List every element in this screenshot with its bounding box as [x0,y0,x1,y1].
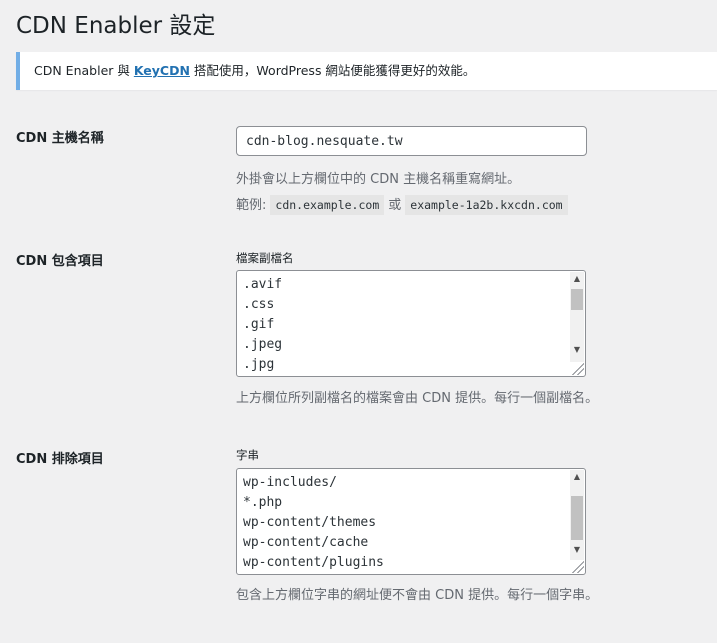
extension-line: .jpg [243,357,275,372]
extensions-field-label: 檔案副檔名 [236,251,294,265]
extension-line: .css [243,297,275,312]
exclusion-line: wp-content/themes [243,515,377,530]
example-hostname-1: cdn.example.com [270,195,385,215]
scroll-up-arrow-icon[interactable]: ▲ [570,470,584,484]
extensions-scrollbar[interactable]: ▲ ▼ [570,272,584,362]
exclusion-line: wp-includes/ [243,475,337,490]
hostname-label: CDN 主機名稱 [16,131,104,146]
scroll-up-arrow-icon[interactable]: ▲ [570,272,584,286]
resize-handle-icon[interactable] [572,561,584,573]
example-hostname-2: example-1a2b.kxcdn.com [405,195,568,215]
extensions-scroll-thumb[interactable] [571,289,583,310]
page-title: CDN Enabler 設定 [16,13,216,39]
notice-text-before: CDN Enabler 與 [34,63,134,78]
inclusions-description: 上方欄位所列副檔名的檔案會由 CDN 提供。每行一個副檔名。 [236,391,599,406]
hostname-description: 外掛會以上方欄位中的 CDN 主機名稱重寫網址。 [236,172,521,187]
exclusions-label: CDN 排除項目 [16,452,104,467]
extension-line: .gif [243,317,275,332]
extension-line: .avif [243,277,283,292]
examples-prefix: 範例: [236,198,267,213]
strings-scrollbar[interactable]: ▲ ▼ [570,470,584,560]
exclusion-line: *.php [243,495,283,510]
extensions-lines: .avif .css .gif .jpeg .jpg [243,275,567,375]
exclusions-description: 包含上方欄位字串的網址便不會由 CDN 提供。每行一個字串。 [236,588,599,603]
hostname-input[interactable] [236,126,587,156]
extensions-textarea[interactable]: .avif .css .gif .jpeg .jpg ▲ ▼ [236,270,586,377]
hostname-examples: 範例: cdn.example.com 或 example-1a2b.kxcdn.co… [236,194,572,215]
resize-handle-icon[interactable] [572,363,584,375]
strings-textarea[interactable]: wp-includes/ *.php wp-content/themes wp-… [236,468,586,575]
examples-or: 或 [388,198,402,213]
scroll-down-arrow-icon[interactable]: ▼ [570,543,584,557]
strings-scroll-thumb[interactable] [571,496,583,540]
extension-line: .jpeg [243,337,283,352]
notice-text-after: 搭配使用，WordPress 網站便能獲得更好的效能。 [189,63,476,78]
exclusion-line: wp-content/plugins [243,555,384,570]
info-notice: CDN Enabler 與 KeyCDN 搭配使用，WordPress 網站便能… [16,52,717,90]
keycdn-link[interactable]: KeyCDN [134,63,190,78]
strings-field-label: 字串 [236,448,259,462]
settings-page: CDN Enabler 設定 CDN Enabler 與 KeyCDN 搭配使用… [0,0,717,643]
scroll-down-arrow-icon[interactable]: ▼ [570,343,584,357]
strings-lines: wp-includes/ *.php wp-content/themes wp-… [243,473,567,573]
inclusions-label: CDN 包含項目 [16,254,104,269]
exclusion-line: wp-content/cache [243,535,369,550]
